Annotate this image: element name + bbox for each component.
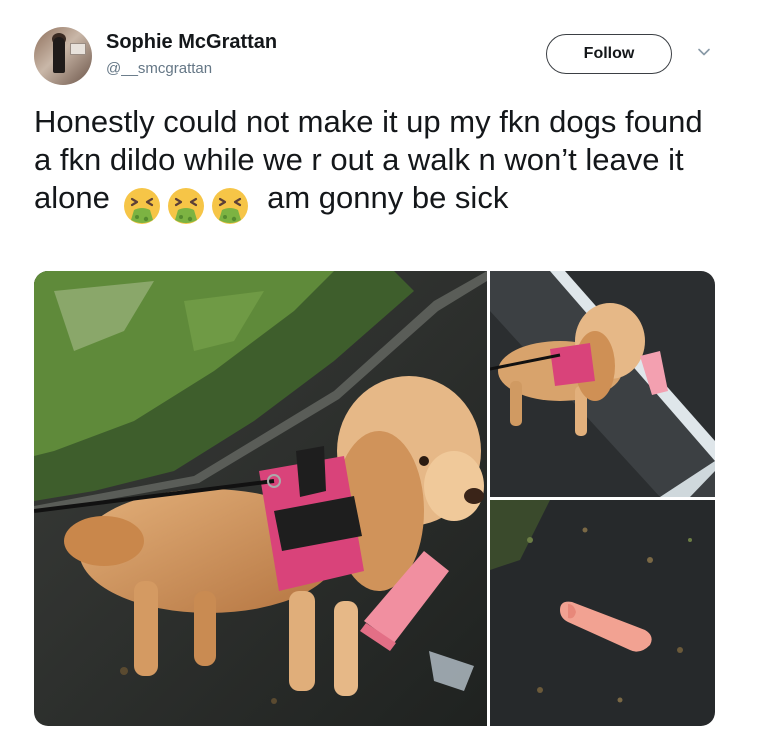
dog-holding-toy-image [34, 271, 487, 726]
tweet-card: Sophie McGrattan @__smcgrattan Follow Ho… [0, 0, 760, 737]
avatar-background-frame [70, 43, 86, 55]
nauseated-face-icon [124, 187, 161, 224]
nauseated-face-icon [212, 187, 249, 224]
author-handle[interactable]: @__smcgrattan [106, 60, 212, 77]
nauseated-face-icon [168, 187, 205, 224]
tweet-text-part2: am gonny be sick [258, 180, 509, 215]
avatar-figure [53, 37, 65, 73]
toy-on-ground-image [490, 500, 715, 726]
emoji-group [122, 185, 254, 226]
dog-holding-toy-photo[interactable] [34, 271, 487, 726]
tweet-text: Honestly could not make it up my fkn dog… [34, 103, 724, 226]
chevron-down-icon[interactable] [696, 44, 712, 60]
dog-on-pavement-photo[interactable] [490, 271, 715, 497]
author-display-name[interactable]: Sophie McGrattan [106, 31, 277, 54]
toy-on-ground-photo[interactable] [490, 500, 715, 726]
dog-on-pavement-image [490, 271, 715, 497]
follow-button[interactable]: Follow [546, 34, 672, 74]
media-grid [34, 271, 715, 726]
avatar[interactable] [34, 27, 92, 85]
